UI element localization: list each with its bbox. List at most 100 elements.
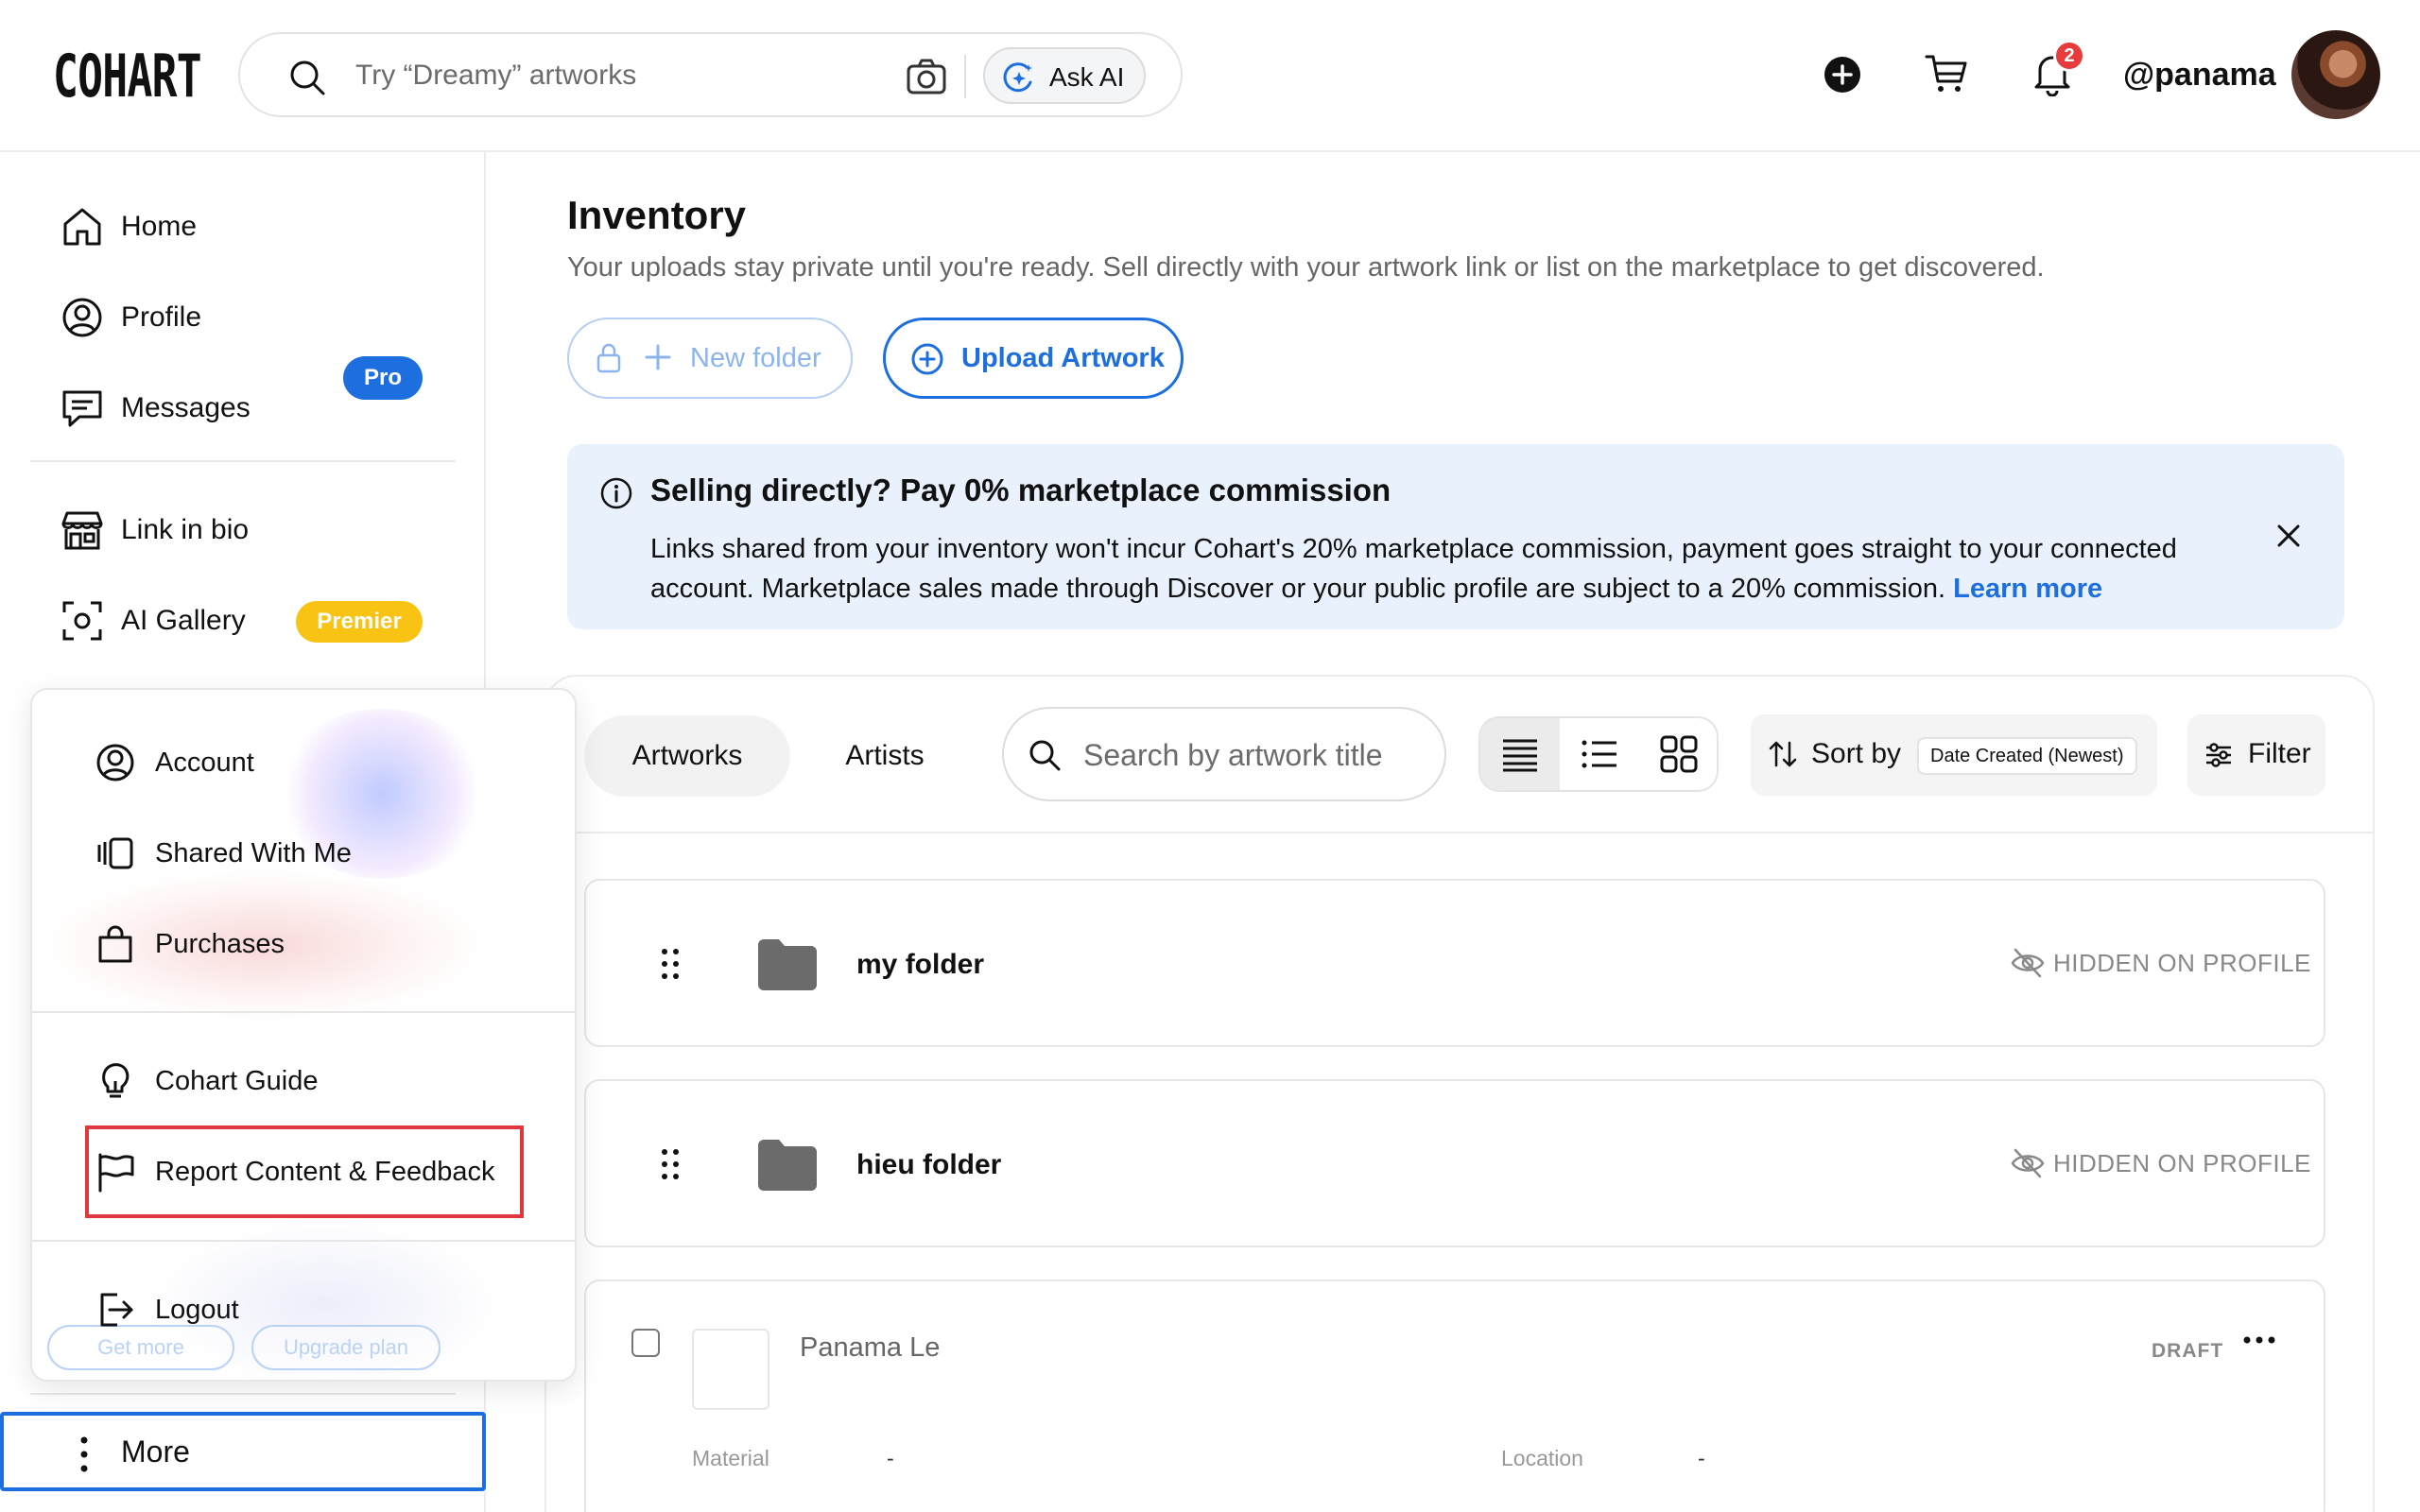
- ask-ai-button[interactable]: Ask AI: [983, 47, 1146, 104]
- banner-text: Links shared from your inventory won't i…: [650, 534, 2177, 604]
- search-divider: [964, 55, 966, 98]
- global-search[interactable]: Try “Dreamy” artworks Ask AI: [238, 32, 1183, 117]
- menu-item-label: Account: [155, 747, 254, 778]
- grid-icon: [1660, 735, 1698, 773]
- upgrade-plan-button[interactable]: Upgrade plan: [251, 1325, 441, 1370]
- menu-item-shared-with-me[interactable]: Shared With Me: [95, 827, 352, 880]
- menu-item-label: Cohart Guide: [155, 1065, 319, 1096]
- artwork-thumbnail[interactable]: [692, 1329, 769, 1410]
- list-view-button[interactable]: [1560, 718, 1639, 790]
- menu-item-account[interactable]: Account: [95, 736, 254, 789]
- more-options-icon[interactable]: [2242, 1334, 2276, 1346]
- upload-artwork-label: Upload Artwork: [961, 343, 1165, 373]
- menu-item-label: Logout: [155, 1294, 239, 1325]
- lock-icon: [596, 342, 622, 374]
- sidebar-item-label: Link in bio: [121, 514, 250, 545]
- premier-badge: Premier: [296, 601, 423, 643]
- visibility-status: HIDDEN ON PROFILE: [2053, 1149, 2311, 1177]
- page-title: Inventory: [567, 193, 747, 237]
- filter-button[interactable]: Filter: [2187, 714, 2325, 796]
- sidebar-item-ai-gallery[interactable]: AI Gallery: [60, 593, 246, 649]
- folder-row[interactable]: hieu folder HIDDEN ON PROFILE: [584, 1079, 2325, 1247]
- eye-off-icon: [2010, 947, 2046, 979]
- artwork-search-placeholder: Search by artwork title: [1083, 738, 1383, 772]
- camera-icon[interactable]: [906, 57, 947, 96]
- sidebar-item-profile[interactable]: Profile: [60, 289, 201, 346]
- filter-label: Filter: [2248, 738, 2311, 769]
- home-icon: [60, 205, 104, 249]
- menu-item-label: Purchases: [155, 928, 285, 959]
- flag-icon: [95, 1151, 136, 1193]
- compact-list-view-button[interactable]: [1480, 718, 1560, 790]
- search-icon: [1027, 737, 1063, 773]
- sidebar-item-label: AI Gallery: [121, 605, 246, 636]
- sparkle-icon: [1002, 61, 1036, 95]
- menu-item-label: Report Content & Feedback: [155, 1156, 495, 1187]
- folder-name: my folder: [856, 949, 985, 980]
- search-placeholder[interactable]: Try “Dreamy” artworks: [355, 60, 636, 92]
- menu-item-label: Shared With Me: [155, 837, 352, 868]
- select-checkbox[interactable]: [631, 1329, 660, 1357]
- menu-item-cohart-guide[interactable]: Cohart Guide: [95, 1055, 319, 1108]
- lightbulb-icon: [95, 1060, 136, 1102]
- sidebar-item-home[interactable]: Home: [60, 198, 197, 255]
- menu-item-purchases[interactable]: Purchases: [95, 918, 285, 971]
- more-label: More: [121, 1435, 190, 1469]
- banner-body: Links shared from your inventory won't i…: [650, 529, 2276, 609]
- drag-handle-icon[interactable]: [660, 1147, 681, 1181]
- location-value: -: [1698, 1446, 1705, 1470]
- cart-icon[interactable]: [1925, 53, 1968, 94]
- learn-more-link[interactable]: Learn more: [1953, 574, 2102, 604]
- sidebar-item-label: Home: [121, 211, 198, 242]
- menu-item-report-content-feedback[interactable]: Report Content & Feedback: [95, 1145, 494, 1198]
- tab-artworks[interactable]: Artworks: [584, 715, 790, 797]
- compact-list-icon: [1503, 739, 1537, 772]
- artwork-card[interactable]: Panama Le DRAFT Material - Location -: [584, 1280, 2325, 1512]
- avatar[interactable]: [2291, 30, 2380, 119]
- sort-control[interactable]: Sort by Date Created (Newest): [1751, 714, 2157, 796]
- sidebar-divider: [30, 460, 456, 462]
- ask-ai-label: Ask AI: [1049, 62, 1125, 92]
- shared-icon: [95, 833, 136, 874]
- plus-icon: [643, 342, 673, 372]
- folder-row[interactable]: my folder HIDDEN ON PROFILE: [584, 879, 2325, 1047]
- sort-value-select[interactable]: Date Created (Newest): [1917, 737, 2137, 775]
- artwork-search-input[interactable]: Search by artwork title: [1002, 707, 1446, 801]
- grid-view-button[interactable]: [1639, 718, 1717, 790]
- sidebar-item-messages[interactable]: Messages: [60, 380, 251, 437]
- panel-divider: [546, 832, 2373, 833]
- folder-name: hieu folder: [856, 1149, 1002, 1180]
- plus-circle-icon[interactable]: [1824, 56, 1861, 94]
- folder-icon: [754, 1136, 821, 1193]
- page-subtitle: Your uploads stay private until you're r…: [567, 252, 2045, 283]
- top-bar: COHART Try “Dreamy” artworks Ask AI 2 @p…: [0, 0, 2420, 152]
- list-icon: [1582, 740, 1616, 768]
- menu-item-logout[interactable]: Logout: [95, 1283, 239, 1336]
- new-folder-button[interactable]: New folder: [567, 318, 853, 399]
- view-mode-toggle: [1478, 716, 1719, 792]
- material-value: -: [887, 1446, 894, 1470]
- bag-icon: [95, 923, 136, 965]
- material-label: Material: [692, 1446, 769, 1470]
- username[interactable]: @panama: [2123, 57, 2276, 94]
- sidebar-item-link-in-bio[interactable]: Link in bio: [60, 502, 249, 558]
- upload-artwork-button[interactable]: Upload Artwork: [883, 318, 1184, 399]
- account-icon: [95, 742, 136, 783]
- vertical-dots-icon: [79, 1435, 89, 1474]
- more-button[interactable]: More: [0, 1412, 486, 1491]
- cohart-logo[interactable]: COHART: [53, 42, 202, 111]
- drag-handle-icon[interactable]: [660, 947, 681, 981]
- menu-divider: [32, 1011, 575, 1013]
- sort-arrows-icon: [1766, 737, 1800, 771]
- artist-name: Panama Le: [800, 1332, 941, 1363]
- sidebar-divider: [30, 1393, 456, 1395]
- visibility-status: HIDDEN ON PROFILE: [2053, 949, 2311, 977]
- logout-icon: [95, 1289, 136, 1331]
- sort-label: Sort by: [1811, 738, 1902, 769]
- status-badge: DRAFT: [2152, 1340, 2224, 1362]
- tab-artists[interactable]: Artists: [809, 715, 960, 797]
- close-icon[interactable]: [2274, 522, 2303, 550]
- more-menu-popup: Account Shared With Me Purchases Cohart …: [30, 688, 577, 1382]
- sidebar-item-label: Profile: [121, 301, 202, 333]
- menu-divider: [32, 1240, 575, 1242]
